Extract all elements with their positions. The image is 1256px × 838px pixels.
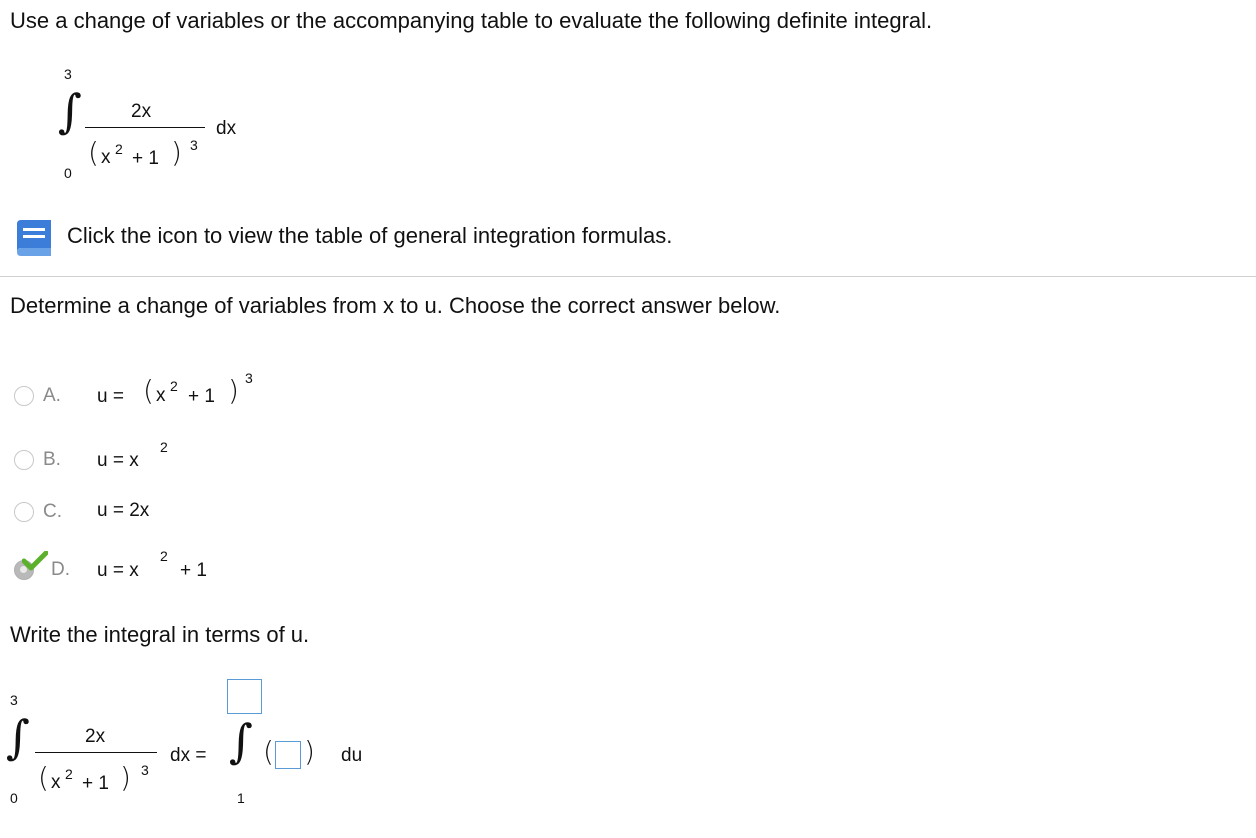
choice-a-open-paren: ( (143, 374, 154, 407)
choice-a-square: 2 (170, 378, 178, 394)
choice-a-close-paren: ) (228, 374, 239, 407)
choice-d-letter: D. (51, 559, 70, 580)
choice-d-square: 2 (160, 548, 168, 564)
radio-b[interactable] (14, 450, 34, 470)
den-power: 3 (190, 137, 198, 153)
integral-sign: ∫ (58, 84, 82, 138)
open-paren: ( (88, 136, 99, 169)
answer-den-x: x (51, 772, 61, 793)
lower-limit: 0 (64, 165, 72, 181)
u-lower-limit: 1 (237, 790, 245, 806)
integrand-open-paren: ( (263, 735, 274, 768)
choice-a-power: 3 (245, 370, 253, 386)
answer-numerator: 2x (85, 726, 106, 747)
answer-upper-limit: 3 (10, 692, 18, 708)
du: du (341, 745, 363, 766)
choice-d-expr: u = x (97, 560, 139, 581)
answer-lower-limit: 0 (10, 790, 18, 806)
prompt-integral-in-u: Write the integral in terms of u. (10, 622, 310, 647)
upper-limit-input[interactable] (227, 679, 262, 714)
check-icon (22, 551, 48, 571)
choice-a-letter: A. (43, 385, 61, 406)
choice-b-square: 2 (160, 439, 168, 455)
answer-close-paren: ) (120, 761, 131, 794)
answer-open-paren: ( (38, 761, 49, 794)
question-text: Use a change of variables or the accompa… (10, 8, 933, 33)
answer-den-square: 2 (65, 766, 73, 782)
fraction-bar (85, 127, 205, 128)
prompt-change-of-variables: Determine a change of variables from x t… (10, 293, 781, 318)
choice-b-letter: B. (43, 449, 61, 470)
divider (0, 276, 1256, 277)
help-link-text[interactable]: Click the icon to view the table of gene… (67, 223, 672, 249)
choice-c-expr: u = 2x (97, 500, 150, 521)
den-plus-one: + 1 (132, 148, 159, 169)
close-paren: ) (171, 136, 182, 169)
integrand-input[interactable] (275, 741, 301, 769)
answer-den-power: 3 (141, 762, 149, 778)
upper-limit: 3 (64, 66, 72, 82)
answer-dx-equals: dx = (170, 745, 207, 766)
answer-fraction-bar (35, 752, 157, 753)
dx: dx (216, 118, 237, 139)
choice-a-lead: u = (97, 386, 124, 407)
integrand-close-paren: ) (304, 735, 315, 768)
radio-c[interactable] (14, 502, 34, 522)
answer-den-plus: + 1 (82, 773, 109, 794)
choice-b-expr: u = x (97, 450, 139, 471)
book-icon[interactable] (11, 218, 55, 258)
choice-c-letter: C. (43, 501, 62, 522)
choice-a-plus: + 1 (188, 386, 215, 407)
den-square: 2 (115, 141, 123, 157)
choice-d-tail: + 1 (180, 560, 207, 581)
answer-integral-sign: ∫ (6, 710, 30, 764)
radio-a[interactable] (14, 386, 34, 406)
numerator: 2x (131, 101, 152, 122)
den-x: x (101, 147, 111, 168)
u-integral-sign: ∫ (229, 714, 253, 768)
choice-a-x: x (156, 385, 166, 406)
